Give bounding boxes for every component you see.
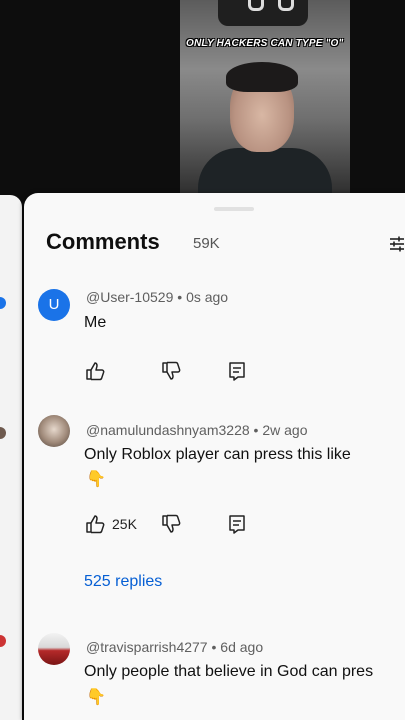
comments-count: 59K [193, 235, 220, 252]
avatar[interactable] [38, 633, 70, 665]
reply-icon[interactable] [226, 360, 248, 382]
comment-meta: @User-10529 • 0s ago [86, 289, 228, 305]
adjacent-panel [0, 195, 22, 720]
comment-text: Only Roblox player can press this like [84, 446, 351, 463]
drag-handle[interactable] [214, 207, 254, 211]
thumb-down-icon[interactable] [160, 360, 182, 382]
video-caption: ONLY HACKERS CAN TYPE "O" [186, 38, 344, 49]
comment-meta: @travisparrish4277 • 6d ago [86, 639, 263, 655]
phone-image [218, 0, 308, 26]
comment-time: 0s ago [186, 289, 229, 305]
meta-separator: • [207, 639, 221, 655]
adjacent-avatar [0, 427, 6, 439]
comments-sheet: Comments 59K U @User-10529 • 0s ago Me @… [24, 193, 405, 720]
adjacent-avatar [0, 297, 6, 309]
comment-actions [84, 360, 284, 384]
filter-icon[interactable] [388, 235, 405, 253]
comment-text: Me [84, 314, 107, 331]
thumb-up-icon[interactable] [84, 513, 106, 535]
comment-meta: @namulundashnyam3228 • 2w ago [86, 422, 308, 438]
replies-link[interactable]: 525 replies [84, 573, 162, 591]
comment-time: 2w ago [262, 422, 308, 438]
pointing-down-hand-icon: 👇 [86, 689, 106, 706]
comment-time: 6d ago [220, 639, 264, 655]
meta-separator: • [173, 289, 187, 305]
avatar[interactable] [38, 415, 70, 447]
comment-author[interactable]: @namulundashnyam3228 [86, 422, 250, 438]
video-player[interactable]: ONLY HACKERS CAN TYPE "O" [0, 0, 405, 200]
comment-text: Only people that believe in God can pres [84, 663, 374, 680]
comment-author[interactable]: @travisparrish4277 [86, 639, 208, 655]
pointing-down-hand-icon: 👇 [86, 471, 106, 488]
person-body [198, 148, 332, 198]
video-frame: ONLY HACKERS CAN TYPE "O" [180, 0, 350, 198]
avatar[interactable]: U [38, 289, 70, 321]
comments-title: Comments [46, 229, 160, 254]
person-hair [226, 62, 298, 92]
adjacent-avatar [0, 635, 6, 647]
reply-icon[interactable] [226, 513, 248, 535]
comment-actions: 25K [84, 513, 284, 537]
meta-separator: • [249, 422, 263, 438]
like-count: 25K [112, 516, 137, 532]
comment-author[interactable]: @User-10529 [86, 289, 173, 305]
thumb-up-icon[interactable] [84, 360, 106, 382]
thumb-down-icon[interactable] [160, 513, 182, 535]
